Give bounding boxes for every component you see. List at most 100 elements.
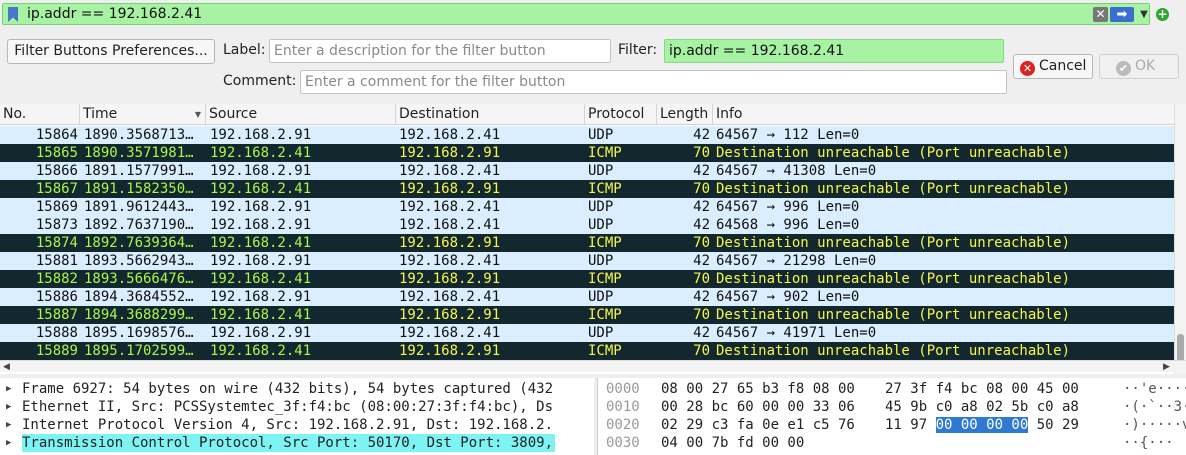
packet-cell-dst: 192.168.2.41 <box>399 163 501 179</box>
packet-cell-dst: 192.168.2.41 <box>399 325 501 341</box>
packet-cell-info: Destination unreachable (Port unreachabl… <box>716 235 1071 251</box>
comment-input[interactable]: Enter a comment for the filter button <box>300 70 1007 94</box>
display-filter-text[interactable]: ip.addr == 192.168.2.41 <box>27 5 202 23</box>
packet-row[interactable]: 15882 1893.5666476… 192.168.2.41 192.168.2.… <box>0 270 1174 288</box>
packet-cell-proto: UDP <box>588 289 614 305</box>
packet-cell-len: 70 <box>693 343 710 359</box>
packet-cell-info: 64567 → 41308 Len=0 <box>716 163 877 179</box>
detail-tree-item[interactable]: ▶ Frame 6927: 54 bytes on wire (432 bits)… <box>0 380 594 398</box>
packet-cell-dst: 192.168.2.91 <box>399 181 501 197</box>
packet-cell-time: 1891.1577991… <box>84 163 194 179</box>
packet-row[interactable]: 15874 1892.7639364… 192.168.2.41 192.168.2.… <box>0 234 1174 252</box>
expand-arrow-icon[interactable]: ▶ <box>6 416 11 434</box>
packet-row[interactable]: 15886 1894.3684552… 192.168.2.91 192.168.2.… <box>0 288 1174 306</box>
expand-arrow-icon[interactable]: ▶ <box>6 398 11 416</box>
cancel-icon: ✕ <box>1020 61 1035 76</box>
detail-tree-item[interactable]: ▶ Internet Protocol Version 4, Src: 192.1… <box>0 416 594 434</box>
detail-tree-text: Internet Protocol Version 4, Src: 192.16… <box>22 417 554 433</box>
packet-cell-dst: 192.168.2.41 <box>399 217 501 233</box>
column-header-time[interactable]: Time ▼ <box>80 104 206 125</box>
packet-cell-src: 192.168.2.91 <box>210 217 312 233</box>
bytes-ascii: ·(·`··3· <box>1123 399 1186 415</box>
packet-cell-src: 192.168.2.41 <box>210 181 312 197</box>
horizontal-scrollbar[interactable]: ◀ ▶ <box>0 360 1186 372</box>
scroll-left-icon[interactable]: ◀ <box>3 361 10 373</box>
clear-icon[interactable]: ✕ <box>1093 7 1108 22</box>
bytes-offset: 0010 <box>606 399 640 415</box>
expand-arrow-icon[interactable]: ▶ <box>6 380 11 398</box>
display-filter-input[interactable]: ip.addr == 192.168.2.41 ✕ ➡ ▼ <box>2 3 1150 25</box>
bookmark-icon[interactable] <box>8 7 18 22</box>
packet-row[interactable]: 15864 1890.3568713… 192.168.2.91 192.168.2.… <box>0 126 1174 144</box>
packet-cell-src: 192.168.2.91 <box>210 325 312 341</box>
packet-cell-len: 42 <box>693 217 710 233</box>
packet-cell-proto: ICMP <box>588 307 622 323</box>
bytes-ascii: ··{··· <box>1123 435 1174 451</box>
packet-row[interactable]: 15867 1891.1582350… 192.168.2.41 192.168.2.… <box>0 180 1174 198</box>
column-header-protocol[interactable]: Protocol <box>585 104 657 125</box>
packet-cell-len: 70 <box>693 307 710 323</box>
packet-cell-src: 192.168.2.41 <box>210 235 312 251</box>
packet-cell-len: 70 <box>693 145 710 161</box>
packet-cell-len: 42 <box>693 325 710 341</box>
packet-cell-time: 1890.3571981… <box>84 145 194 161</box>
packet-cell-src: 192.168.2.91 <box>210 127 312 143</box>
detail-tree-item[interactable]: ▶ Ethernet II, Src: PCSSystemtec_3f:f4:bc… <box>0 398 594 416</box>
add-filter-button-icon[interactable]: + <box>1156 8 1169 21</box>
packet-row[interactable]: 15873 1892.7637190… 192.168.2.91 192.168.2.… <box>0 216 1174 234</box>
bytes-hex-highlight: 00 00 00 00 <box>935 417 1029 433</box>
bytes-row[interactable]: 0020 02 29 c3 fa 0e e1 c5 76 11 97 00 00 0… <box>598 416 1186 434</box>
bytes-row[interactable]: 0030 04 00 7b fd 00 00 ··{··· <box>598 434 1186 452</box>
packet-cell-dst: 192.168.2.41 <box>399 127 501 143</box>
bytes-hex-group-1: 04 00 7b fd 00 00 <box>661 435 805 451</box>
chevron-down-icon[interactable]: ▼ <box>1137 6 1151 24</box>
bytes-row[interactable]: 0000 08 00 27 65 b3 f8 08 00 27 3f f4 bc 0… <box>598 380 1186 398</box>
column-header-no[interactable]: No. <box>0 104 80 125</box>
column-header-info[interactable]: Info <box>713 104 1186 125</box>
detail-tree-item[interactable]: ▶ Transmission Control Protocol, Src Port… <box>0 434 594 452</box>
packet-cell-len: 42 <box>693 163 710 179</box>
apply-arrow-icon[interactable]: ➡ <box>1110 7 1134 22</box>
packet-row[interactable]: 15889 1895.1702599… 192.168.2.41 192.168.2.… <box>0 342 1174 360</box>
packet-cell-proto: UDP <box>588 217 614 233</box>
packet-row[interactable]: 15888 1895.1698576… 192.168.2.91 192.168.2.… <box>0 324 1174 342</box>
filter-buttons-preferences-button[interactable]: Filter Buttons Preferences... <box>7 39 215 64</box>
column-header-length[interactable]: Length <box>657 104 713 125</box>
packet-cell-dst: 192.168.2.41 <box>399 289 501 305</box>
packet-cell-proto: UDP <box>588 163 614 179</box>
bytes-hex-group-2: 11 97 00 00 00 00 50 29 <box>885 416 1079 434</box>
label-input[interactable]: Enter a description for the filter butto… <box>269 39 611 63</box>
packet-row[interactable]: 15887 1894.3688299… 192.168.2.41 192.168.2.… <box>0 306 1174 324</box>
packet-cell-src: 192.168.2.41 <box>210 271 312 287</box>
bytes-hex-group-2: 27 3f f4 bc 08 00 45 00 <box>885 381 1079 397</box>
column-header-destination[interactable]: Destination <box>396 104 585 125</box>
packet-cell-no: 15886 <box>35 289 78 305</box>
packet-cell-info: 64567 → 902 Len=0 <box>716 289 860 305</box>
packet-cell-no: 15864 <box>35 127 78 143</box>
packet-cell-time: 1892.7637190… <box>84 217 194 233</box>
packet-cell-dst: 192.168.2.91 <box>399 235 501 251</box>
packet-cell-no: 15887 <box>35 307 78 323</box>
detail-tree-text: Transmission Control Protocol, Src Port:… <box>22 434 556 452</box>
packet-cell-info: Destination unreachable (Port unreachabl… <box>716 145 1071 161</box>
column-header-source[interactable]: Source <box>206 104 396 125</box>
expand-arrow-icon[interactable]: ▶ <box>6 434 11 452</box>
detail-tree-text: Frame 6927: 54 bytes on wire (432 bits),… <box>22 381 554 397</box>
ok-button[interactable]: ✔ OK <box>1099 54 1179 79</box>
scroll-right-icon[interactable]: ▶ <box>1163 361 1170 373</box>
packet-row[interactable]: 15866 1891.1577991… 192.168.2.91 192.168.2.… <box>0 162 1174 180</box>
cancel-button[interactable]: ✕ Cancel <box>1013 54 1093 79</box>
vertical-scrollbar[interactable] <box>1174 104 1186 374</box>
packet-cell-no: 15867 <box>35 181 78 197</box>
packet-cell-time: 1894.3688299… <box>84 307 194 323</box>
packet-row[interactable]: 15865 1890.3571981… 192.168.2.41 192.168.2.… <box>0 144 1174 162</box>
packet-cell-time: 1892.7639364… <box>84 235 194 251</box>
packet-cell-len: 70 <box>693 181 710 197</box>
bytes-row[interactable]: 0010 00 28 bc 60 00 00 33 06 45 9b c0 a8 0… <box>598 398 1186 416</box>
packet-row[interactable]: 15881 1893.5662943… 192.168.2.91 192.168.2.… <box>0 252 1174 270</box>
packet-cell-proto: UDP <box>588 127 614 143</box>
bytes-hex-group-1: 00 28 bc 60 00 00 33 06 <box>661 399 855 415</box>
packet-row[interactable]: 15869 1891.9612443… 192.168.2.91 192.168.2.… <box>0 198 1174 216</box>
filter-expression-input[interactable]: ip.addr == 192.168.2.41 <box>664 39 1004 63</box>
packet-cell-no: 15874 <box>35 235 78 251</box>
